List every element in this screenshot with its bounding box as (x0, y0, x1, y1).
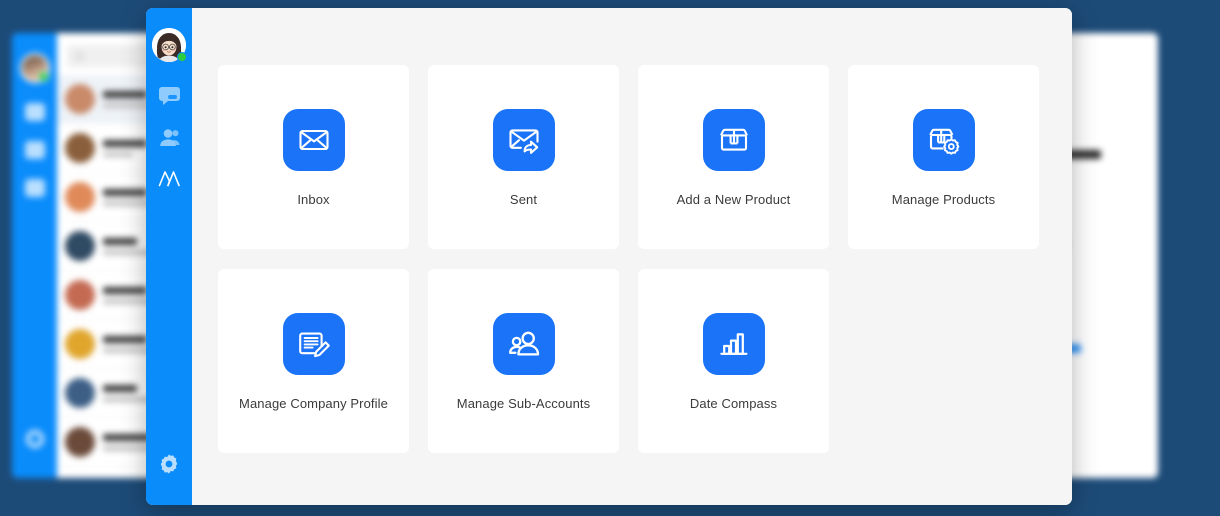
avatar[interactable] (152, 28, 187, 62)
avatar (65, 182, 95, 212)
envelope-share-icon (508, 128, 539, 154)
tile-label: Inbox (297, 191, 330, 207)
contacts-icon (159, 128, 179, 146)
tile-icon-container (702, 108, 765, 171)
brand-m-icon (158, 170, 180, 186)
tile-label: Manage Company Profile (239, 395, 388, 411)
box-icon (719, 128, 748, 151)
gear-icon (25, 430, 44, 448)
avatar (65, 133, 95, 163)
tile-icon-container (912, 108, 975, 171)
rail-item-chat[interactable] (152, 81, 186, 111)
tile-label: Manage Products (891, 191, 996, 207)
avatar (65, 427, 95, 457)
envelope-icon (298, 129, 329, 150)
tile-label: Sent (509, 191, 538, 207)
gear-icon (160, 454, 178, 474)
users-icon (508, 331, 539, 356)
background-nav-rail (12, 33, 57, 478)
tile-icon-container (492, 108, 555, 171)
tile-add-a-new-product[interactable]: Add a New Product (638, 65, 829, 249)
tile-inbox[interactable]: Inbox (218, 65, 409, 249)
tile-label: Add a New Product (676, 191, 791, 207)
tile-label: Manage Sub-Accounts (456, 395, 591, 411)
avatar (65, 231, 95, 261)
tile-manage-company-profile[interactable]: Manage Company Profile (218, 269, 409, 453)
bar-chart-icon (24, 179, 45, 197)
tile-date-compass[interactable]: Date Compass (638, 269, 829, 453)
background-user-avatar (19, 53, 50, 83)
app-tile-grid: Inbox Sent Add a New Product Manage Prod… (218, 65, 1039, 453)
rail-item-brand[interactable] (152, 163, 186, 193)
presence-indicator-online (177, 52, 187, 62)
box-gear-icon (928, 128, 959, 155)
tile-icon-container (702, 312, 765, 375)
chat-bubble-icon (24, 103, 45, 121)
tile-manage-products[interactable]: Manage Products (848, 65, 1039, 249)
tile-label: Date Compass (689, 395, 778, 411)
tile-manage-sub-accounts[interactable]: Manage Sub-Accounts (428, 269, 619, 453)
tile-icon-container (282, 312, 345, 375)
avatar (65, 280, 95, 310)
avatar (65, 378, 95, 408)
rail-item-contacts[interactable] (152, 122, 186, 152)
contacts-icon (24, 141, 45, 159)
chat-bubble-icon (158, 86, 180, 105)
app-launcher-modal: Inbox Sent Add a New Product Manage Prod… (146, 8, 1072, 505)
modal-body: Inbox Sent Add a New Product Manage Prod… (192, 8, 1072, 505)
modal-nav-rail (146, 8, 192, 505)
avatar (65, 84, 95, 114)
tile-icon-container (282, 108, 345, 171)
avatar (65, 329, 95, 359)
tile-sent[interactable]: Sent (428, 65, 619, 249)
bar-chart-icon (719, 332, 747, 355)
tile-icon-container (492, 312, 555, 375)
document-pencil-icon (298, 332, 330, 357)
rail-item-settings[interactable] (154, 449, 184, 479)
